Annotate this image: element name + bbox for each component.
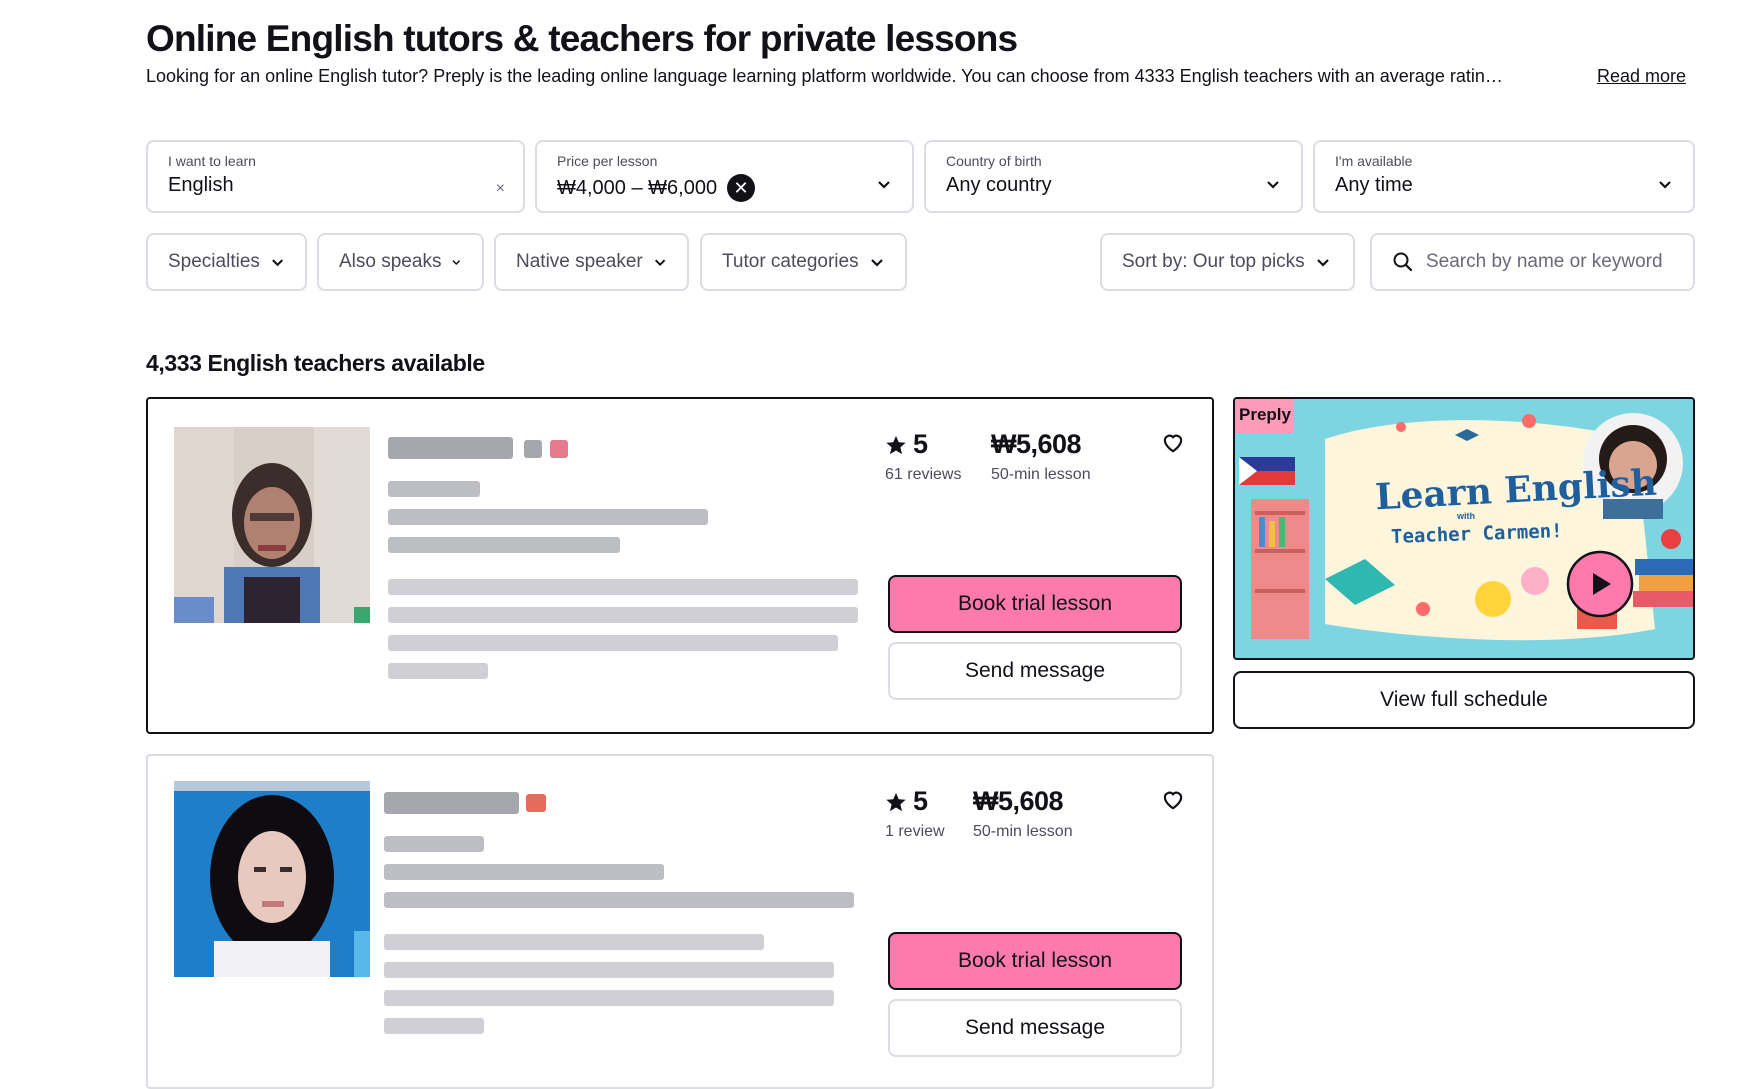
reviews-count: 61 reviews — [885, 466, 962, 483]
country-filter[interactable]: Country of birth Any country — [924, 140, 1303, 213]
tutor-name-blurred — [384, 792, 519, 814]
chevron-down-icon — [452, 260, 461, 266]
tutor-name-blurred — [388, 437, 513, 459]
filter-value: English — [168, 174, 234, 196]
tutor-detail-blurred — [388, 537, 620, 553]
rating-block: 5 61 reviews — [885, 429, 961, 484]
tutor-bio-blurred — [388, 635, 838, 651]
filter-value: Any country — [946, 174, 1052, 196]
avatar[interactable] — [174, 781, 370, 977]
tutor-detail-blurred — [388, 481, 480, 497]
preply-logo: Preply — [1239, 405, 1291, 424]
flag-icon-blurred — [526, 794, 546, 812]
results-count: 4,333 English teachers available — [146, 350, 485, 376]
send-message-button[interactable]: Send message — [888, 642, 1182, 700]
chevron-down-icon — [1316, 259, 1329, 267]
read-more-link[interactable]: Read more — [1597, 66, 1686, 87]
tutor-bio-blurred — [388, 663, 488, 679]
rating-block: 5 1 review — [885, 786, 945, 841]
tutor-detail-blurred — [384, 864, 664, 880]
chevron-down-icon — [878, 181, 890, 189]
tutor-categories-dropdown[interactable]: Tutor categories — [700, 233, 907, 291]
book-trial-lesson-button[interactable]: Book trial lesson — [888, 932, 1182, 990]
tutor-bio-blurred — [384, 934, 764, 950]
page-description: Looking for an online English tutor? Pre… — [146, 66, 1503, 86]
tutor-detail-blurred — [388, 509, 708, 525]
chip-label: Specialties — [168, 251, 260, 272]
book-trial-lesson-button[interactable]: Book trial lesson — [888, 575, 1182, 633]
page-title: Online English tutors & teachers for pri… — [146, 18, 1018, 59]
price-block: ₩5,608 50-min lesson — [991, 429, 1091, 484]
heart-icon[interactable] — [1160, 786, 1186, 812]
tutor-bio-blurred — [388, 579, 858, 595]
search-icon — [1393, 252, 1413, 272]
avatar[interactable] — [174, 427, 370, 623]
clear-icon[interactable]: × — [496, 180, 505, 198]
tutor-bio-blurred — [388, 607, 858, 623]
search-placeholder: Search by name or keyword — [1426, 251, 1663, 272]
lesson-price: ₩5,608 — [991, 429, 1082, 459]
chip-label: Native speaker — [516, 251, 643, 272]
intro-video-thumbnail[interactable]: Preply Learn English with Teacher Carmen… — [1233, 397, 1695, 660]
lesson-price: ₩5,608 — [973, 786, 1064, 816]
filter-label: I want to learn — [168, 153, 256, 169]
specialties-dropdown[interactable]: Specialties — [146, 233, 307, 291]
filter-value: Any time — [1335, 174, 1413, 196]
native-speaker-dropdown[interactable]: Native speaker — [494, 233, 689, 291]
tutor-bio-blurred — [384, 1018, 484, 1034]
also-speaks-dropdown[interactable]: Also speaks — [317, 233, 484, 291]
star-icon — [886, 792, 906, 811]
flag-icon-blurred — [550, 440, 568, 458]
view-full-schedule-button[interactable]: View full schedule — [1233, 671, 1695, 729]
tutor-card[interactable]: 5 61 reviews ₩5,608 50-min lesson Book t… — [146, 397, 1214, 734]
lesson-duration: 50-min lesson — [991, 466, 1091, 483]
video-with-text: with — [1457, 511, 1475, 521]
filter-label: Country of birth — [946, 153, 1042, 169]
tutor-card[interactable]: 5 1 review ₩5,608 50-min lesson Book tri… — [146, 754, 1214, 1089]
chevron-down-icon — [1659, 181, 1671, 189]
tutor-detail-blurred — [384, 836, 484, 852]
chip-label: Tutor categories — [722, 251, 859, 272]
filter-label: I'm available — [1335, 153, 1413, 169]
price-filter[interactable]: Price per lesson ₩4,000 – ₩6,000 ✕ — [535, 140, 914, 213]
tutor-detail-blurred — [384, 892, 854, 908]
play-icon[interactable] — [1565, 549, 1635, 619]
tutor-bio-blurred — [384, 962, 834, 978]
search-input[interactable]: Search by name or keyword — [1370, 233, 1695, 291]
filter-label: Price per lesson — [557, 153, 658, 169]
chevron-down-icon — [1267, 181, 1279, 189]
tutor-bio-blurred — [384, 990, 834, 1006]
verified-badge-blurred — [524, 440, 542, 458]
sort-dropdown[interactable]: Sort by: Our top picks — [1100, 233, 1355, 291]
heart-icon[interactable] — [1160, 429, 1186, 455]
filter-value: ₩4,000 – ₩6,000 — [557, 176, 718, 199]
chip-label: Sort by: Our top picks — [1122, 251, 1305, 272]
rating-value: 5 — [913, 786, 929, 816]
rating-value: 5 — [913, 429, 929, 459]
clear-price-icon[interactable]: ✕ — [727, 174, 756, 202]
chip-label: Also speaks — [339, 251, 442, 272]
learn-language-filter[interactable]: I want to learn English × — [146, 140, 525, 213]
send-message-button[interactable]: Send message — [888, 999, 1182, 1057]
star-icon — [886, 435, 906, 454]
chevron-down-icon — [271, 259, 283, 267]
lesson-duration: 50-min lesson — [973, 823, 1073, 840]
availability-filter[interactable]: I'm available Any time — [1313, 140, 1695, 213]
chevron-down-icon — [870, 259, 883, 267]
chevron-down-icon — [654, 259, 666, 267]
reviews-count: 1 review — [885, 823, 945, 840]
price-block: ₩5,608 50-min lesson — [973, 786, 1073, 841]
